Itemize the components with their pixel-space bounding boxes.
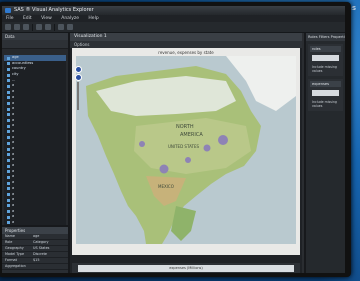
roles-header: roles [310,46,341,52]
property-key: Role [5,240,13,244]
expenses-header: expenses [310,81,341,87]
property-value[interactable]: US States [33,246,68,251]
data-panel: Data age accountless country city... a a a a a a a… [2,33,70,273]
filter-icon[interactable] [67,24,73,30]
menu-file[interactable]: File [6,16,14,21]
expenses-field[interactable] [312,90,339,96]
map-canvas[interactable]: NORTH AMERICA UNITED STATES MEXICO [76,56,298,245]
map-bubble[interactable] [203,144,211,152]
property-key: Geography [5,246,24,250]
app-window: SAS ® Visual Analytics Explorer File Edi… [2,6,345,273]
properties-header: Properties [2,227,68,234]
property-value[interactable]: Category [33,240,68,245]
right-panel: Roles Filters Properties roles Include m… [304,33,345,273]
property-value[interactable] [33,264,68,269]
map-label-america: AMERICA [180,132,203,138]
map-label-us: UNITED STATES [168,144,199,149]
menu-analyze[interactable]: Analyze [61,16,79,21]
property-value[interactable]: $15 [33,258,68,263]
open-icon[interactable] [14,24,20,30]
zoom-slider[interactable] [76,82,79,110]
background: sas SAS ® Visual Analytics Explorer File… [0,0,360,281]
properties-panel: Properties Name age Role Category Geography U… [2,225,68,273]
app-logo-icon [5,8,11,13]
window-title: SAS ® Visual Analytics Explorer [14,7,94,13]
data-items-list: age accountless country city... a a a a a a a a a a a a… [4,55,66,242]
menu-view[interactable]: View [41,16,52,21]
chart-type-icon[interactable] [58,24,64,30]
undo-icon[interactable] [36,24,42,30]
menu-help[interactable]: Help [88,16,98,21]
property-key: Name [5,234,16,238]
zoom-out-icon[interactable] [75,74,82,81]
roles-field[interactable] [312,55,339,61]
title-bar: SAS ® Visual Analytics Explorer [2,6,345,15]
toolbar-separator [32,23,33,31]
tab-visualization[interactable]: Visualization 1 [70,33,302,41]
property-value[interactable]: age [33,234,68,239]
map-zoom-control[interactable] [75,66,82,110]
legend-label: expenses (Millions) [78,265,294,272]
redo-icon[interactable] [45,24,51,30]
north-america-map: NORTH AMERICA UNITED STATES MEXICO [76,56,296,244]
property-key: Model Type [5,252,25,256]
data-source-selector[interactable] [2,40,68,49]
map-bubble[interactable] [139,141,145,147]
property-row: Aggregation [2,264,68,270]
property-key: Aggregation [5,264,26,268]
menu-edit[interactable]: Edit [23,16,32,21]
visualization-area: Visualization 1 Options revenue, expense… [70,33,302,273]
map-bubble[interactable] [159,164,169,174]
map-visualization: revenue, expenses by state NORTH AMERICA… [72,48,300,255]
toolbar-separator [54,23,55,31]
menu-bar: File Edit View Analyze Help [2,15,345,22]
right-panel-tabs[interactable]: Roles Filters Properties [306,33,345,41]
property-value[interactable]: Discrete [33,252,68,257]
map-bubble[interactable] [218,135,228,145]
map-label-north: NORTH [176,124,194,130]
options-bar[interactable]: Options [70,41,302,48]
toolbar [2,22,345,33]
roles-section: roles Include missing values [308,44,343,76]
zoom-in-icon[interactable] [75,66,82,73]
new-icon[interactable] [5,24,11,30]
expenses-section: expenses Include missing values [308,79,343,111]
legend-bar: expenses (Millions) [72,263,300,273]
main-body: Data age accountless country city... a a a a a a a… [2,33,345,273]
include-missing-checkbox[interactable]: Include missing values [310,99,341,109]
map-bubble[interactable] [185,157,191,163]
data-panel-header: Data [2,33,68,40]
property-key: Format [5,258,17,262]
save-icon[interactable] [23,24,29,30]
properties-table: Name age Role Category Geography US States Mod… [2,234,68,270]
map-label-mexico: MEXICO [158,184,174,189]
monitor-frame: SAS ® Visual Analytics Explorer File Edi… [0,2,351,277]
chart-title: revenue, expenses by state [158,50,214,55]
include-missing-checkbox[interactable]: Include missing values [310,64,341,74]
